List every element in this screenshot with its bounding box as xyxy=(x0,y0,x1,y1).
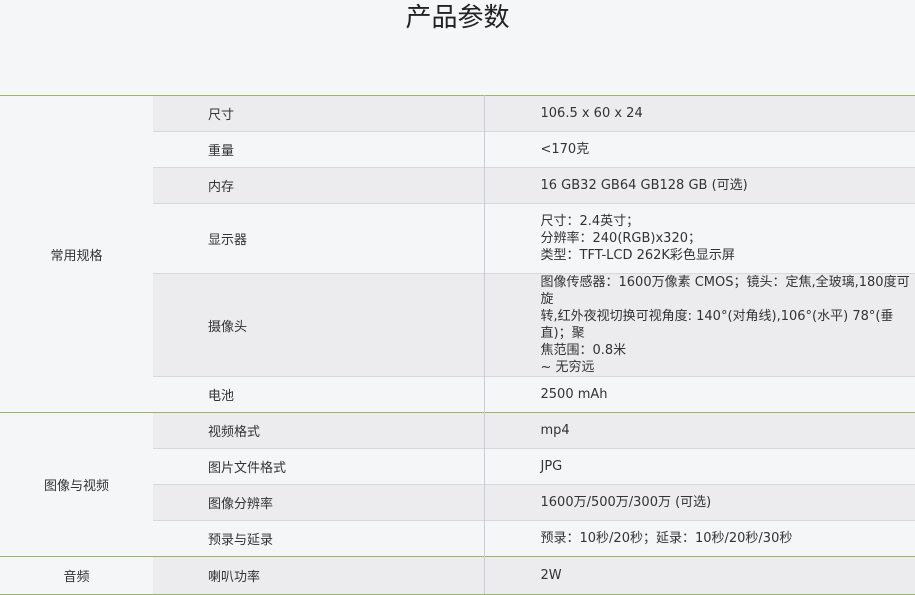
spec-name: 预录与延录 xyxy=(153,520,485,557)
spec-name: 电池 xyxy=(153,376,485,413)
spec-value: 2W xyxy=(484,556,915,595)
page-title: 产品参数 xyxy=(405,3,510,33)
table-row: 图像与视频 视频格式 mp4 xyxy=(0,412,915,557)
spec-value: 1600万/500万/300万 (可选) xyxy=(484,484,915,521)
spec-value: 预录：10秒/20秒；延录：10秒/20秒/30秒 xyxy=(484,520,915,557)
spec-table: 常用规格 尺寸 106.5 x 60 x 24 重量 <170克 内存 16 G… xyxy=(0,95,915,595)
category-cell: 常用规格 xyxy=(0,95,153,413)
spec-value: 图像传感器：1600万像素 CMOS；镜头：定焦,全玻璃,180度可旋 转,红外… xyxy=(484,273,915,377)
category-cell: 音频 xyxy=(0,556,153,595)
spec-name: 内存 xyxy=(153,167,485,204)
spec-value: JPG xyxy=(484,448,915,485)
spec-name: 图片文件格式 xyxy=(153,448,485,485)
spec-value: 2500 mAh xyxy=(484,376,915,413)
spec-name: 视频格式 xyxy=(153,412,485,449)
spec-name: 显示器 xyxy=(153,203,485,274)
spec-value: 16 GB32 GB64 GB128 GB (可选) xyxy=(484,167,915,204)
spec-value: 106.5 x 60 x 24 xyxy=(484,95,915,132)
table-row: 常用规格 尺寸 106.5 x 60 x 24 xyxy=(0,95,915,413)
spec-name: 尺寸 xyxy=(153,95,485,132)
spec-value: 尺寸：2.4英寸； 分辨率：240(RGB)x320； 类型：TFT-LCD 2… xyxy=(484,203,915,274)
spec-name: 重量 xyxy=(153,131,485,168)
category-cell: 图像与视频 xyxy=(0,412,153,557)
spec-value: mp4 xyxy=(484,412,915,449)
spec-name: 喇叭功率 xyxy=(153,556,485,595)
spec-name: 摄像头 xyxy=(153,273,485,377)
spec-name: 图像分辨率 xyxy=(153,484,485,521)
spec-value: <170克 xyxy=(484,131,915,168)
table-row: 音频 喇叭功率 2W xyxy=(0,556,915,595)
